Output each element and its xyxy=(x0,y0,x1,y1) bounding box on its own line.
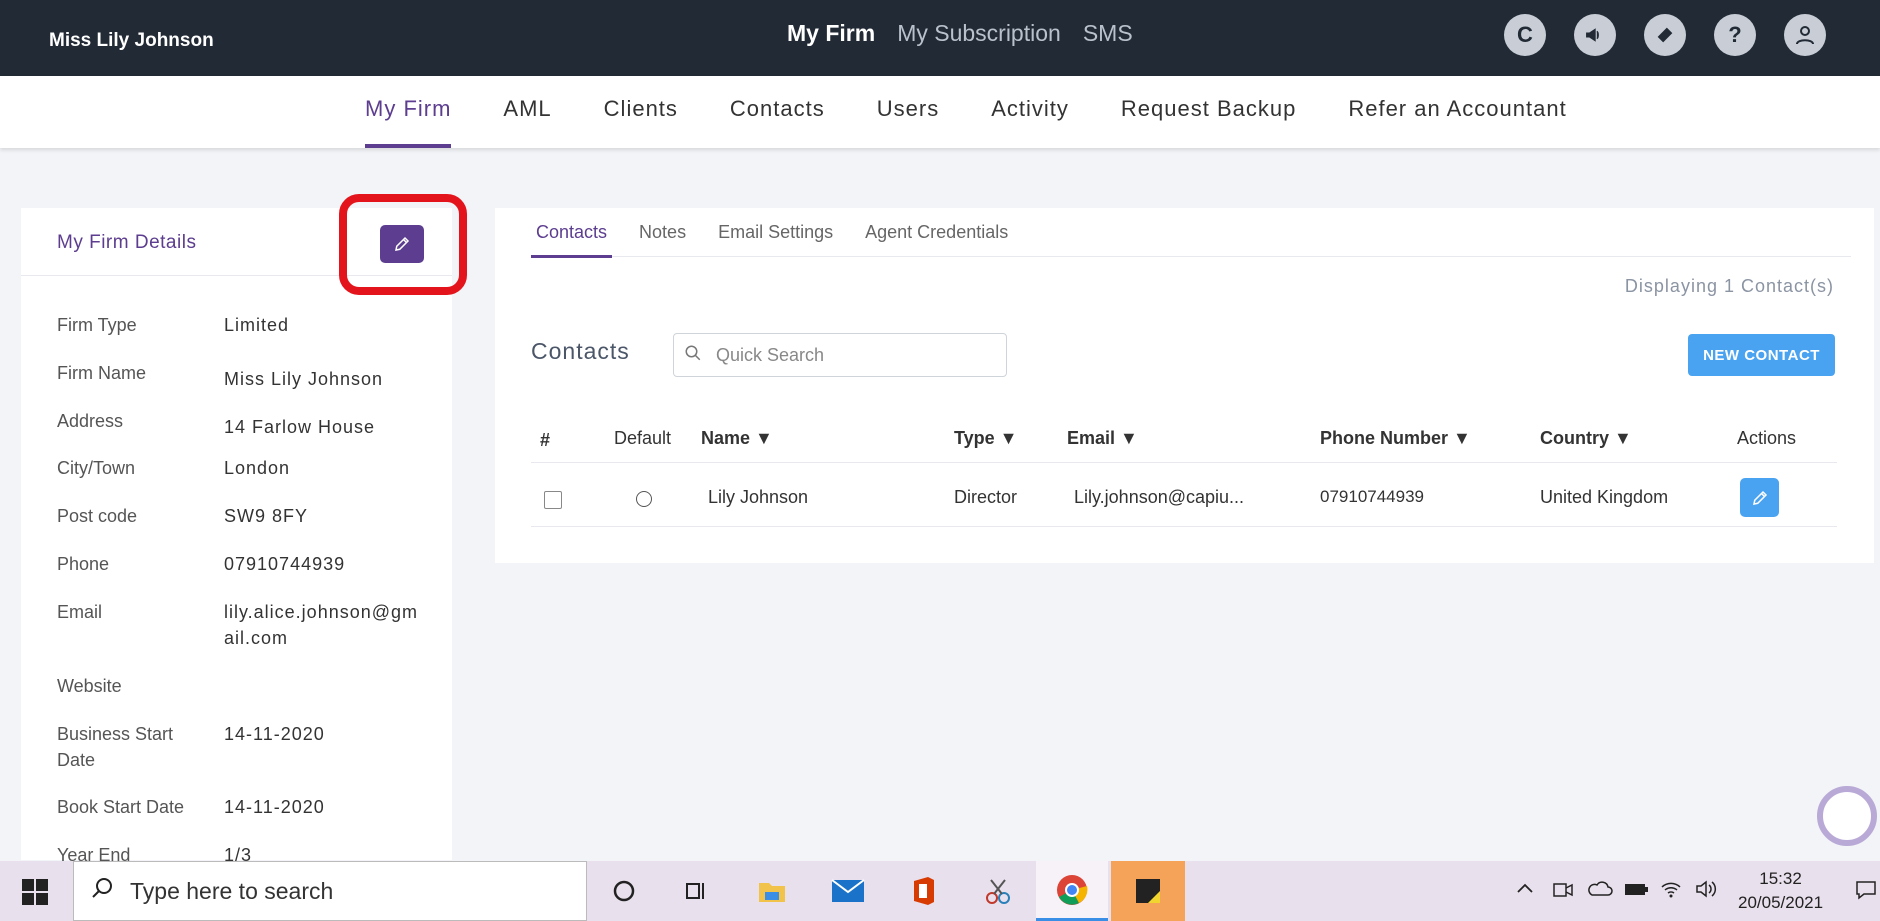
edit-firm-button[interactable] xyxy=(380,225,424,263)
detail-label: Website xyxy=(57,676,122,696)
firm-details-panel: My Firm Details Firm Type Limited Firm N… xyxy=(21,208,452,865)
contacts-panel: Contacts Notes Email Settings Agent Cred… xyxy=(495,208,1874,563)
clock-time: 15:32 xyxy=(1759,869,1802,888)
wifi-icon[interactable] xyxy=(1660,879,1682,904)
col-default: Default xyxy=(614,428,672,448)
detail-value: 14-11-2020 xyxy=(224,724,325,744)
detail-value: Miss Lily Johnson xyxy=(224,369,384,389)
contact-phone: 07910744939 xyxy=(1320,487,1425,506)
contact-country: United Kingdom xyxy=(1540,487,1669,507)
user-name: Miss Lily Johnson xyxy=(49,30,214,51)
nav-activity[interactable]: Activity xyxy=(991,76,1069,148)
battery-icon[interactable] xyxy=(1623,879,1649,904)
snipping-tool-icon[interactable] xyxy=(978,871,1018,911)
detail-value: SW9 8FY xyxy=(224,506,309,526)
pencil-icon xyxy=(1752,490,1767,505)
nav-users[interactable]: Users xyxy=(877,76,939,148)
detail-label: City/Town xyxy=(57,458,136,478)
nav-refer-accountant[interactable]: Refer an Accountant xyxy=(1348,76,1566,148)
search-icon xyxy=(684,344,708,367)
firm-details-title: My Firm Details xyxy=(57,232,197,253)
top-nav: My Firm My Subscription SMS xyxy=(787,20,1133,47)
detail-label: Phone xyxy=(57,554,110,574)
detail-label: Address xyxy=(57,411,124,431)
sticky-notes-icon[interactable] xyxy=(1111,861,1185,921)
camera-icon[interactable] xyxy=(1552,879,1574,904)
col-name[interactable]: Name ▼ xyxy=(701,428,773,449)
quick-search-input[interactable] xyxy=(716,344,996,366)
user-icon[interactable] xyxy=(1784,14,1826,56)
top-nav-my-firm[interactable]: My Firm xyxy=(787,20,875,47)
top-nav-sms[interactable]: SMS xyxy=(1083,20,1133,47)
ticket-icon[interactable] xyxy=(1644,14,1686,56)
mail-icon[interactable] xyxy=(828,871,868,911)
chat-widget-icon[interactable] xyxy=(1817,786,1877,846)
col-number: # xyxy=(540,430,551,450)
top-bar: Miss Lily Johnson My Firm My Subscriptio… xyxy=(0,0,1880,76)
clock[interactable]: 15:32 20/05/2021 xyxy=(1738,867,1823,915)
nav-clients[interactable]: Clients xyxy=(604,76,678,148)
top-nav-my-subscription[interactable]: My Subscription xyxy=(897,20,1061,47)
chevron-up-icon[interactable] xyxy=(1515,879,1535,904)
tab-notes[interactable]: Notes xyxy=(634,208,691,257)
detail-value: 14-11-2020 xyxy=(224,797,325,817)
displaying-count: Displaying 1 Contact(s) xyxy=(1624,276,1834,296)
col-country[interactable]: Country ▼ xyxy=(1540,428,1632,449)
detail-value: 14 Farlow House xyxy=(224,417,376,437)
edit-contact-button[interactable] xyxy=(1740,478,1779,517)
nav-contacts[interactable]: Contacts xyxy=(730,76,825,148)
main-nav: My Firm AML Clients Contacts Users Activ… xyxy=(0,76,1880,148)
tab-agent-credentials[interactable]: Agent Credentials xyxy=(860,208,1013,257)
nav-aml[interactable]: AML xyxy=(503,76,551,148)
tab-contacts[interactable]: Contacts xyxy=(531,208,613,258)
detail-value: 07910744939 xyxy=(224,554,346,574)
default-radio[interactable] xyxy=(636,491,652,507)
notifications-icon[interactable] xyxy=(1855,879,1877,906)
detail-label: Post code xyxy=(57,506,138,526)
col-type[interactable]: Type ▼ xyxy=(954,428,1018,449)
office-icon[interactable] xyxy=(903,871,943,911)
taskbar-search[interactable]: Type here to search xyxy=(73,861,587,921)
help-icon[interactable]: ? xyxy=(1714,14,1756,56)
search-icon xyxy=(90,876,114,907)
detail-label: Firm Name xyxy=(57,363,146,383)
nav-request-backup[interactable]: Request Backup xyxy=(1121,76,1296,148)
cortana-icon[interactable] xyxy=(604,871,644,911)
contact-email: Lily.johnson@capiu... xyxy=(1074,487,1245,507)
file-explorer-icon[interactable] xyxy=(752,871,792,911)
col-actions: Actions xyxy=(1737,428,1797,448)
row-checkbox[interactable] xyxy=(544,491,562,509)
detail-value: Limited xyxy=(224,315,290,335)
tab-email-settings[interactable]: Email Settings xyxy=(713,208,838,257)
detail-label: Firm Type xyxy=(57,315,137,335)
contact-type: Director xyxy=(954,487,1018,507)
table-header: # Default Name ▼ Type ▼ Email ▼ Phone Nu… xyxy=(531,418,1837,463)
taskbar: Type here to search 15:32 20/05/2021 xyxy=(0,861,1880,921)
detail-value: London xyxy=(224,458,291,478)
nav-my-firm[interactable]: My Firm xyxy=(365,76,452,148)
detail-label: Email xyxy=(57,602,103,622)
contacts-title: Contacts xyxy=(531,338,630,364)
taskbar-search-text: Type here to search xyxy=(130,877,334,904)
onedrive-icon[interactable] xyxy=(1587,879,1613,904)
detail-label: Business Start Date xyxy=(57,724,174,770)
col-email[interactable]: Email ▼ xyxy=(1067,428,1138,449)
windows-start-icon[interactable] xyxy=(22,879,48,905)
top-icons: C ? xyxy=(1504,14,1826,56)
chrome-icon[interactable] xyxy=(1036,861,1108,921)
col-phone[interactable]: Phone Number ▼ xyxy=(1320,428,1471,449)
pencil-icon xyxy=(395,236,410,251)
table-row: Lily Johnson Director Lily.johnson@capiu… xyxy=(531,465,1837,527)
contact-name: Lily Johnson xyxy=(708,487,809,507)
new-contact-button[interactable]: NEW CONTACT xyxy=(1688,334,1835,376)
clock-date: 20/05/2021 xyxy=(1738,893,1824,912)
task-view-icon[interactable] xyxy=(676,871,716,911)
tabs: Contacts Notes Email Settings Agent Cred… xyxy=(531,208,1851,258)
quick-search xyxy=(673,333,1007,377)
megaphone-icon[interactable] xyxy=(1574,14,1616,56)
capium-logo-icon[interactable]: C xyxy=(1504,14,1546,56)
detail-value: lily.alice.johnson@gmail.com xyxy=(224,602,419,648)
volume-icon[interactable] xyxy=(1694,879,1718,904)
detail-label: Book Start Date xyxy=(57,797,185,817)
